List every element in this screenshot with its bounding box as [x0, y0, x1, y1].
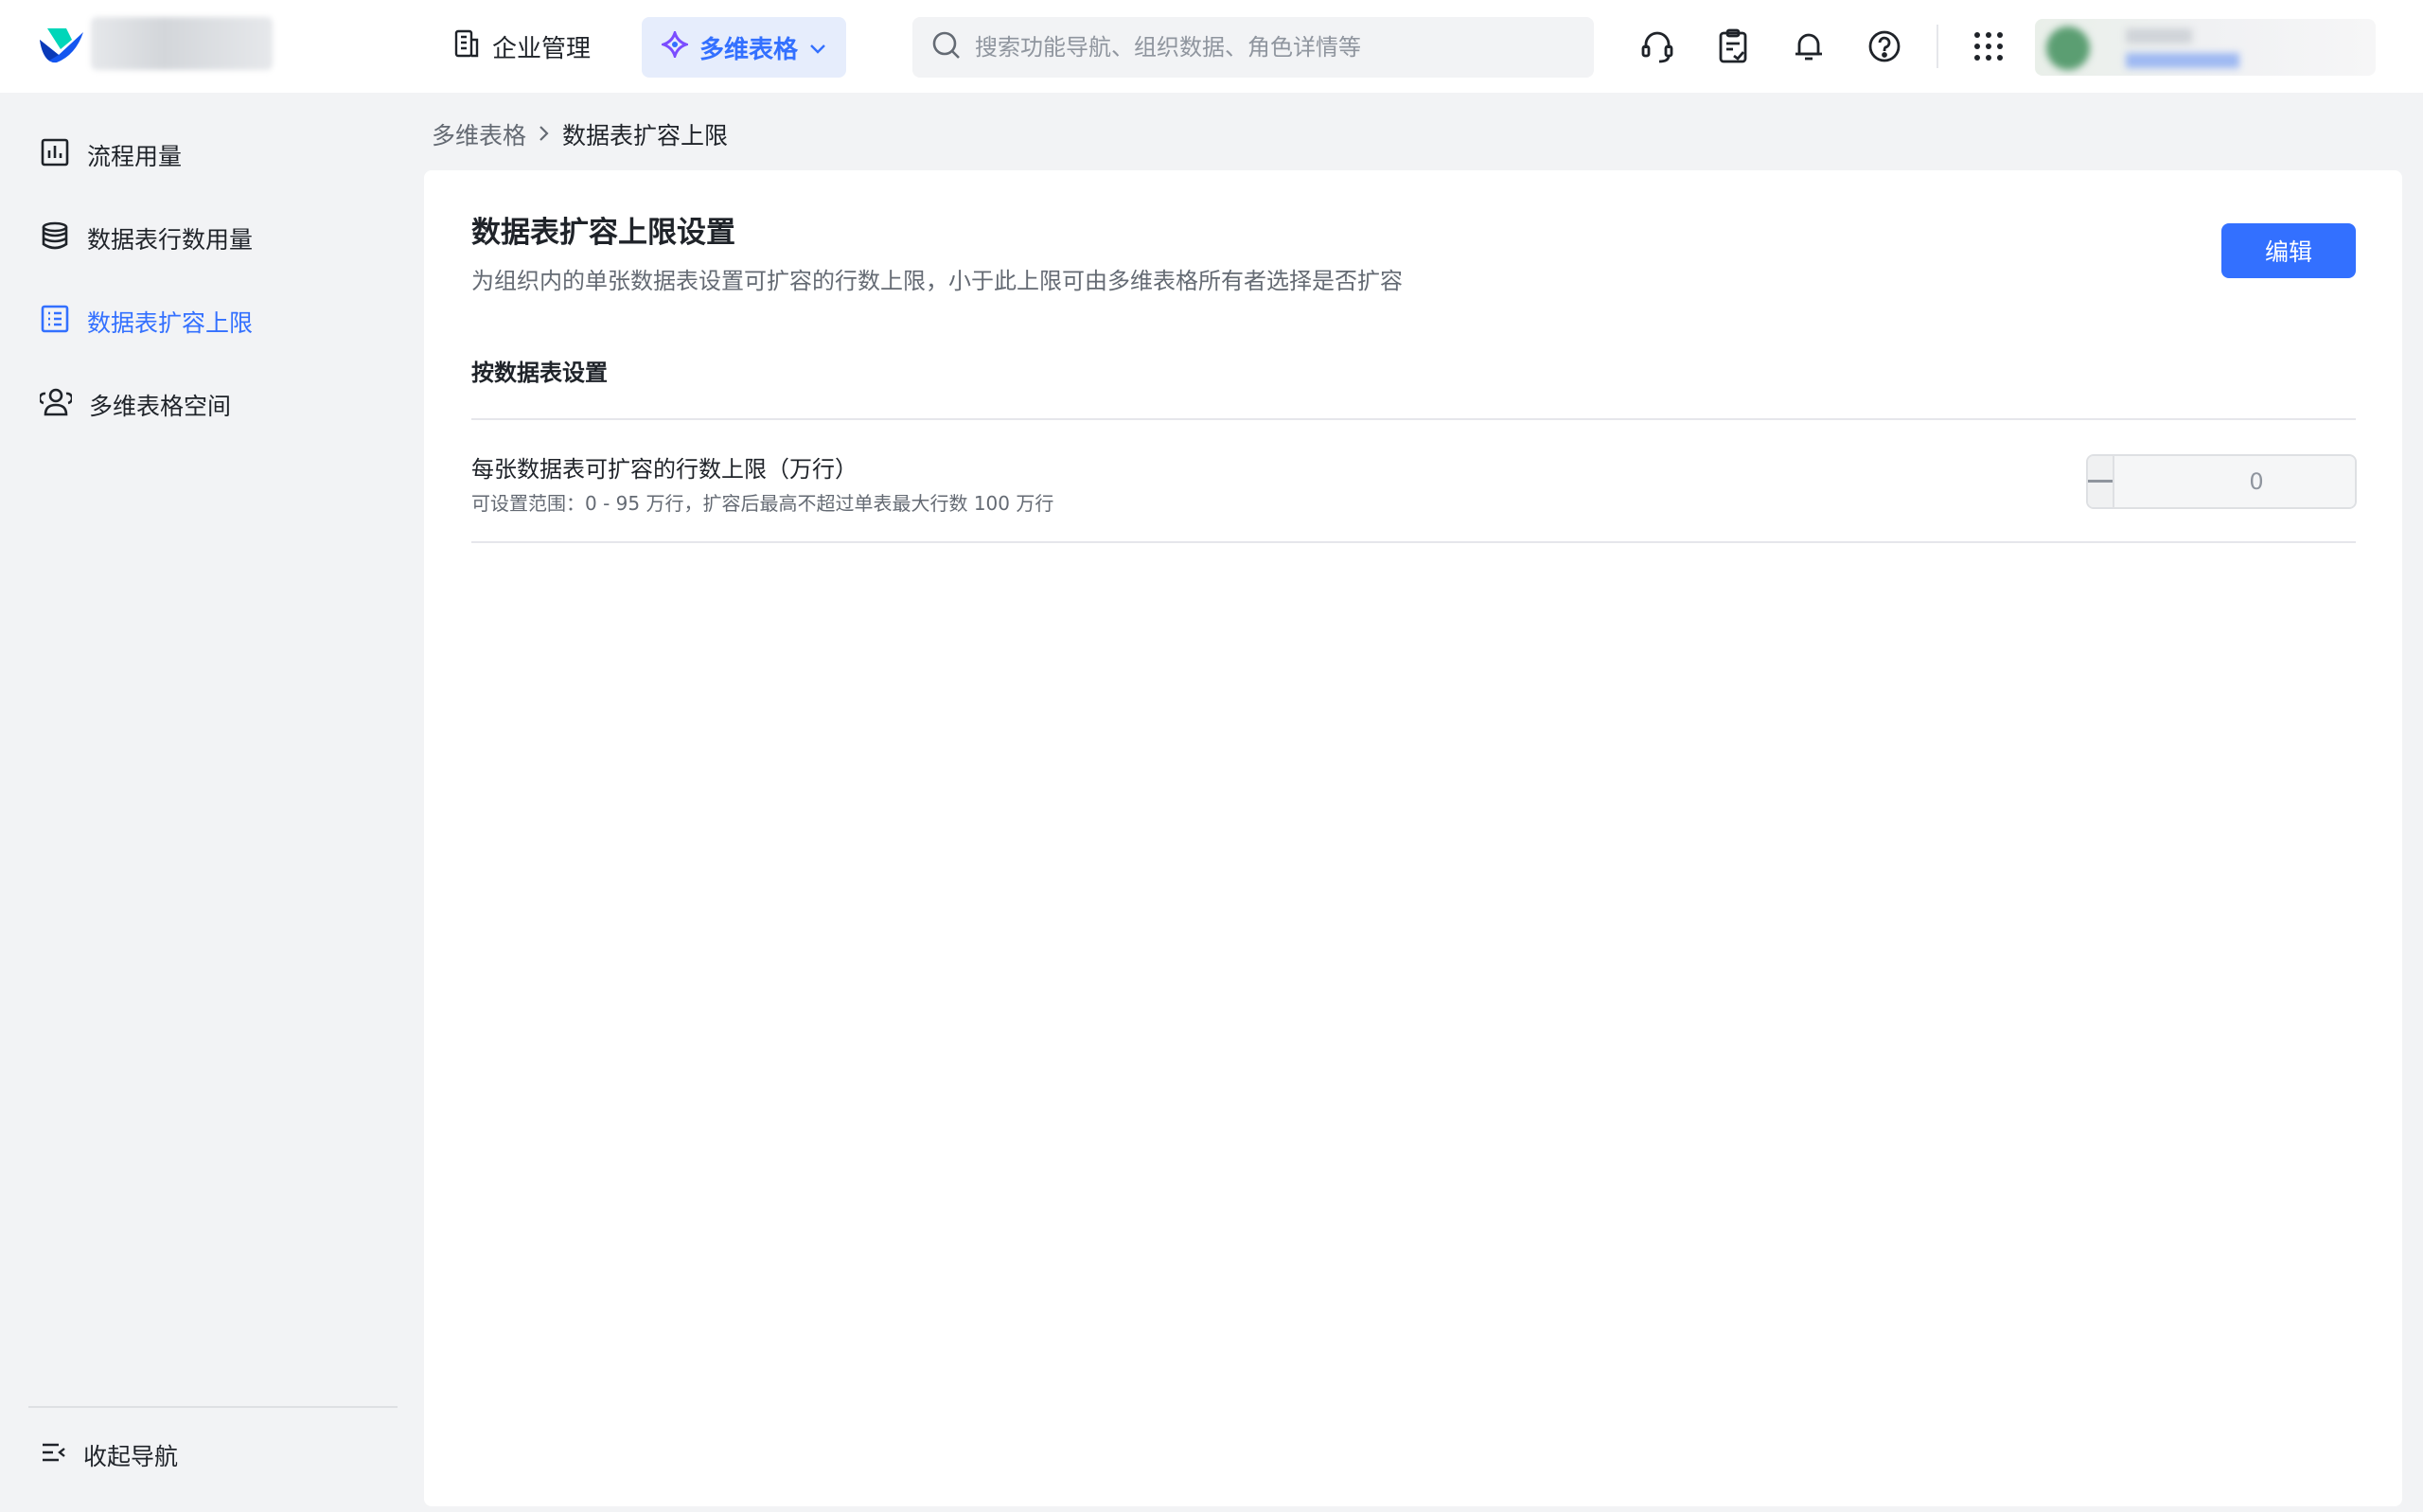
section-title: 按数据表设置: [471, 360, 608, 386]
bell-icon[interactable]: [1787, 25, 1831, 68]
section-divider-bottom: [471, 541, 2356, 543]
page-title: 数据表扩容上限设置: [471, 216, 735, 250]
bar-chart-icon: [40, 137, 70, 173]
search-input[interactable]: [975, 34, 1562, 61]
page-description: 为组织内的单张数据表设置可扩容的行数上限，小于此上限可由多维表格所有者选择是否扩…: [471, 268, 1403, 294]
sidebar-item-label: 数据表行数用量: [87, 226, 254, 254]
sidebar-item-row-usage[interactable]: 数据表行数用量: [28, 206, 398, 271]
top-bar: 企业管理 多维表格: [0, 0, 2423, 93]
breadcrumb-current: 数据表扩容上限: [562, 122, 729, 149]
collapse-nav-label: 收起导航: [83, 1443, 179, 1470]
database-icon: [40, 220, 70, 256]
minus-icon: [2088, 480, 2113, 483]
breadcrumb-parent-link[interactable]: 多维表格: [432, 117, 526, 151]
sidebar-item-expansion-limit[interactable]: 数据表扩容上限: [28, 290, 398, 354]
org-name-blurred[interactable]: [91, 17, 273, 70]
collapse-nav-button[interactable]: 收起导航: [28, 1427, 312, 1484]
main-content-card: 数据表扩容上限设置 为组织内的单张数据表设置可扩容的行数上限，小于此上限可由多维…: [424, 170, 2402, 1506]
row-limit-input[interactable]: [2114, 456, 2355, 507]
chevron-down-icon: [809, 33, 826, 62]
headset-icon[interactable]: [1636, 25, 1679, 68]
sidebar-item-flow-usage[interactable]: 流程用量: [28, 123, 398, 187]
sidebar-item-label: 流程用量: [87, 143, 183, 170]
section-divider-top: [471, 418, 2356, 420]
sidebar-divider: [28, 1406, 398, 1408]
sidebar-item-bitable-space[interactable]: 多维表格空间: [28, 373, 398, 437]
users-icon: [38, 387, 74, 423]
user-profile-card[interactable]: [2035, 19, 2376, 76]
apps-grid-icon[interactable]: [1967, 25, 2010, 68]
breadcrumb: 多维表格 数据表扩容上限: [432, 117, 728, 151]
decrement-button[interactable]: [2088, 456, 2114, 507]
nav-enterprise-label: 企业管理: [492, 34, 592, 63]
global-search[interactable]: [912, 17, 1594, 78]
topbar-divider: [1937, 25, 1938, 68]
building-icon: [452, 28, 481, 65]
row-limit-stepper: [2086, 454, 2357, 509]
bitable-logo-icon: [659, 27, 691, 64]
sidebar: 流程用量 数据表行数用量 数据表扩容上限 多维表格空间 收起导航: [0, 93, 424, 1512]
search-icon: [931, 30, 962, 64]
edit-button[interactable]: 编辑: [2221, 223, 2356, 278]
collapse-nav-icon: [40, 1439, 66, 1471]
product-switcher-bitable[interactable]: 多维表格: [642, 17, 846, 78]
setting-hint: 可设置范围：0 - 95 万行，扩容后最高不超过单表最大行数 100 万行: [471, 492, 1054, 515]
sidebar-item-label: 数据表扩容上限: [87, 309, 254, 337]
lark-logo-icon[interactable]: [38, 26, 85, 66]
chevron-right-icon: [538, 121, 551, 149]
nav-enterprise-management[interactable]: 企业管理: [437, 19, 606, 74]
table-list-icon: [40, 304, 70, 340]
clipboard-check-icon[interactable]: [1711, 25, 1755, 68]
user-link-blurred: [2126, 53, 2239, 68]
help-icon[interactable]: [1863, 25, 1906, 68]
sidebar-item-label: 多维表格空间: [89, 393, 232, 420]
product-switcher-label: 多维表格: [699, 35, 798, 64]
user-name-blurred: [2126, 28, 2192, 44]
setting-label: 每张数据表可扩容的行数上限（万行）: [471, 456, 858, 483]
avatar: [2046, 26, 2090, 70]
